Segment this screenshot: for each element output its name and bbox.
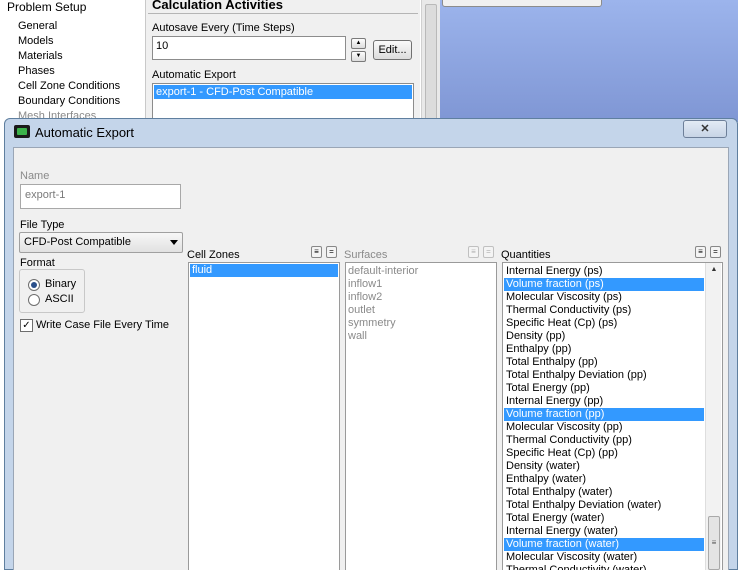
quantities-scrollbar[interactable]: ▲ ≡ ▼ (705, 263, 721, 570)
tree-item-general[interactable]: General (18, 19, 120, 34)
format-group: Binary ASCII (19, 269, 85, 313)
edit-button[interactable]: Edit... (373, 40, 412, 60)
quantity-item[interactable]: Specific Heat (Cp) (ps) (504, 317, 704, 330)
list-item: inflow2 (348, 291, 383, 303)
quantity-item[interactable]: Volume fraction (pp) (504, 408, 704, 421)
ascii-label[interactable]: ASCII (45, 293, 74, 305)
tree-item-boundary-conditions[interactable]: Boundary Conditions (18, 94, 120, 109)
tree-list: General Models Materials Phases Cell Zon… (18, 19, 120, 124)
quantity-item[interactable]: Thermal Conductivity (water) (504, 564, 704, 570)
file-type-label: File Type (20, 219, 65, 231)
cell-zones-list[interactable]: fluid (188, 262, 340, 570)
select-all-icon[interactable]: ≡ (311, 246, 322, 258)
write-case-label[interactable]: Write Case File Every Time (36, 319, 169, 331)
title-divider (148, 13, 418, 14)
file-type-value: CFD-Post Compatible (24, 236, 131, 248)
chevron-down-icon (170, 240, 178, 245)
cell-zones-label: Cell Zones (187, 249, 240, 261)
quantity-item[interactable]: Volume fraction (water) (504, 538, 704, 551)
quantity-item[interactable]: Total Enthalpy (pp) (504, 356, 704, 369)
list-item[interactable]: export-1 - CFD-Post Compatible (154, 85, 412, 99)
outline-tree: Problem Setup General Models Materials P… (0, 0, 146, 122)
deselect-all-icon: = (483, 246, 494, 258)
ascii-radio[interactable] (28, 294, 40, 306)
quantity-item[interactable]: Specific Heat (Cp) (pp) (504, 447, 704, 460)
quantity-item[interactable]: Density (water) (504, 460, 704, 473)
quantity-item[interactable]: Enthalpy (pp) (504, 343, 704, 356)
close-button[interactable]: ✕ (683, 120, 727, 138)
panel-scrollbar[interactable] (421, 0, 440, 122)
panel-title: Calculation Activities (152, 0, 283, 12)
quantity-item[interactable]: Total Energy (water) (504, 512, 704, 525)
quantity-item[interactable]: Internal Energy (water) (504, 525, 704, 538)
quantity-item[interactable]: Total Enthalpy (water) (504, 486, 704, 499)
select-all-icon[interactable]: ≡ (695, 246, 706, 258)
surfaces-label: Surfaces (344, 249, 388, 261)
dialog-title-bar[interactable]: Automatic Export ✕ (5, 119, 737, 147)
autosave-input[interactable]: 10 (152, 36, 346, 60)
calculation-activities-panel: Calculation Activities Autosave Every (T… (146, 0, 420, 123)
scrollbar-thumb[interactable] (425, 4, 437, 122)
quantities-items: Internal Energy (ps) Volume fraction (ps)… (504, 265, 704, 570)
spin-down-icon[interactable]: ▼ (351, 51, 366, 62)
tree-item-models[interactable]: Models (18, 34, 120, 49)
tree-header: Problem Setup (7, 0, 87, 14)
automatic-export-label: Automatic Export (152, 69, 236, 81)
name-label: Name (20, 170, 50, 182)
deselect-all-icon[interactable]: = (326, 246, 337, 258)
graphics-tab[interactable] (442, 0, 602, 7)
list-item: wall (348, 330, 367, 342)
quantity-item[interactable]: Thermal Conductivity (ps) (504, 304, 704, 317)
quantities-list[interactable]: Internal Energy (ps) Volume fraction (ps)… (502, 262, 723, 570)
quantity-item[interactable]: Molecular Viscosity (water) (504, 551, 704, 564)
list-item: outlet (348, 304, 375, 316)
quantity-item[interactable]: Volume fraction (ps) (504, 278, 704, 291)
list-item: default-interior (348, 265, 419, 277)
binary-label[interactable]: Binary (45, 278, 76, 290)
quantity-item[interactable]: Enthalpy (water) (504, 473, 704, 486)
quantity-item[interactable]: Total Energy (pp) (504, 382, 704, 395)
fluent-app-icon (14, 125, 30, 138)
dialog-body: Name export-1 File Type CFD-Post Compati… (13, 147, 729, 570)
name-field[interactable]: export-1 (20, 184, 181, 209)
list-item: symmetry (348, 317, 396, 329)
tree-item-phases[interactable]: Phases (18, 64, 120, 79)
quantities-label: Quantities (501, 249, 551, 261)
dialog-title: Automatic Export (35, 125, 134, 140)
list-item: inflow1 (348, 278, 383, 290)
file-type-select[interactable]: CFD-Post Compatible (19, 232, 183, 253)
list-item[interactable]: fluid (190, 264, 338, 277)
quantity-item[interactable]: Density (pp) (504, 330, 704, 343)
select-all-icon: ≡ (468, 246, 479, 258)
scroll-up-icon[interactable]: ▲ (706, 263, 722, 277)
autosave-label: Autosave Every (Time Steps) (152, 22, 295, 34)
surfaces-list: default-interior inflow1 inflow2 outlet … (345, 262, 497, 570)
format-label: Format (20, 257, 55, 269)
quantity-item[interactable]: Molecular Viscosity (ps) (504, 291, 704, 304)
graphics-window[interactable] (440, 0, 738, 122)
quantity-item[interactable]: Total Enthalpy Deviation (water) (504, 499, 704, 512)
tree-item-cell-zone-conditions[interactable]: Cell Zone Conditions (18, 79, 120, 94)
quantity-item[interactable]: Thermal Conductivity (pp) (504, 434, 704, 447)
automatic-export-dialog: Automatic Export ✕ Name export-1 File Ty… (4, 118, 738, 570)
deselect-all-icon[interactable]: = (710, 246, 721, 258)
quantity-item[interactable]: Internal Energy (pp) (504, 395, 704, 408)
binary-radio[interactable] (28, 279, 40, 291)
tree-item-materials[interactable]: Materials (18, 49, 120, 64)
quantity-item[interactable]: Total Enthalpy Deviation (pp) (504, 369, 704, 382)
quantity-item[interactable]: Internal Energy (ps) (504, 265, 704, 278)
quantity-item[interactable]: Molecular Viscosity (pp) (504, 421, 704, 434)
spin-up-icon[interactable]: ▲ (351, 38, 366, 49)
write-case-checkbox[interactable]: ✓ (20, 319, 33, 332)
scrollbar-thumb[interactable]: ≡ (708, 516, 720, 570)
automatic-export-list[interactable]: export-1 - CFD-Post Compatible (152, 83, 414, 123)
